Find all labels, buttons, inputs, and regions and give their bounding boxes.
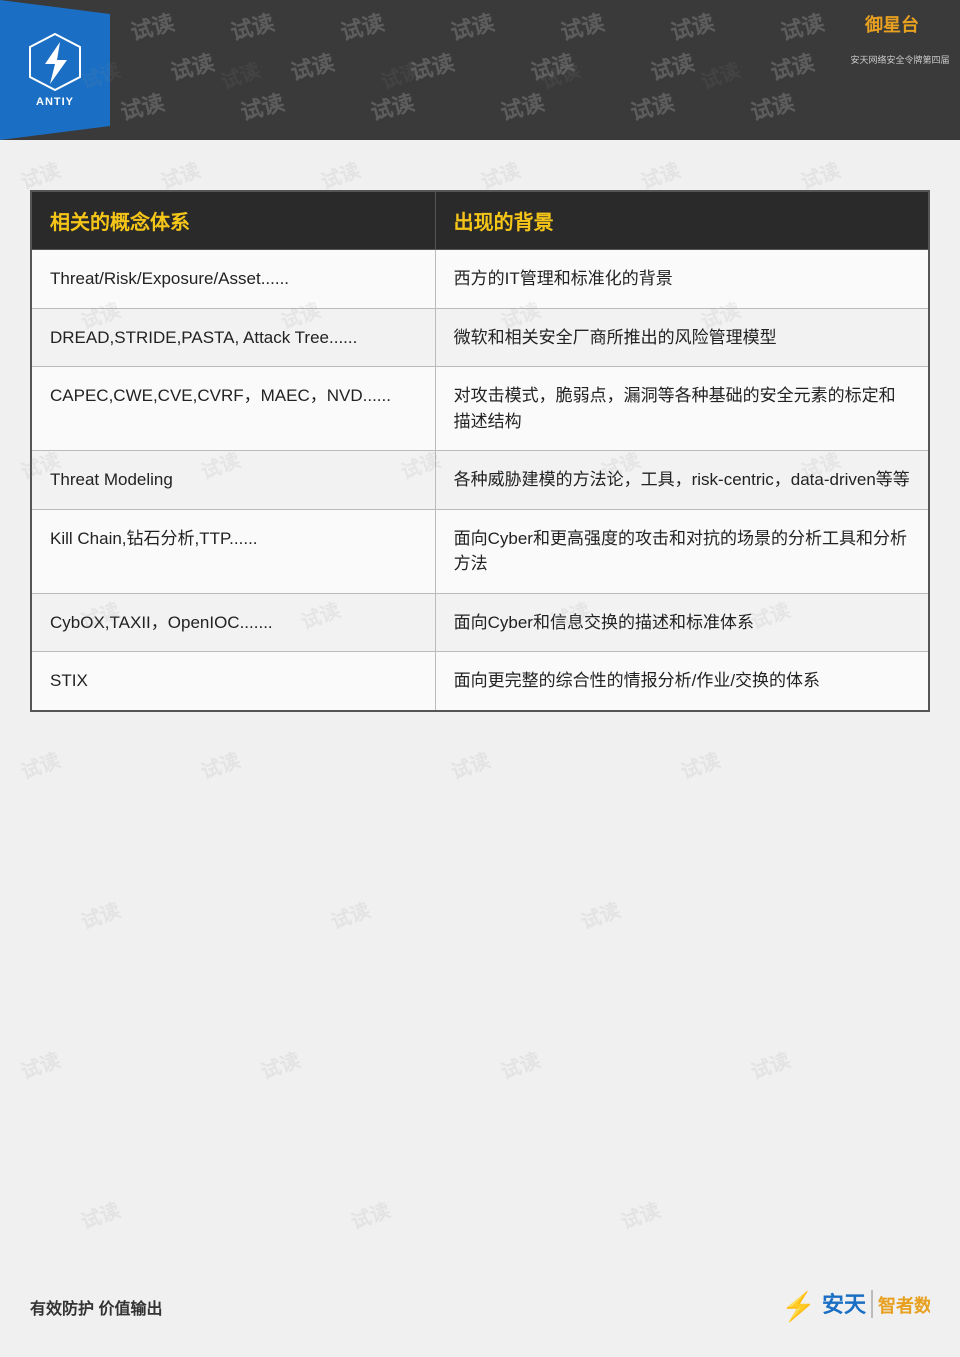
watermark-text: 试读: [167, 45, 218, 87]
watermark-text: 试读: [367, 85, 418, 127]
table-row: DREAD,STRIDE,PASTA, Attack Tree......微软和…: [31, 308, 929, 367]
watermark-text: 试读: [527, 45, 578, 87]
table-cell-background: 对攻击模式，脆弱点，漏洞等各种基础的安全元素的标定和描述结构: [435, 367, 929, 451]
footer-slogan: 有效防护 价值输出: [30, 1295, 162, 1319]
page-watermark: 试读: [76, 1194, 124, 1235]
watermark-text: 试读: [127, 5, 178, 47]
svg-text:安天: 安天: [822, 1292, 867, 1317]
watermark-text: 试读: [227, 5, 278, 47]
table-cell-background: 各种威胁建模的方法论，工具，risk-centric，data-driven等等: [435, 451, 929, 510]
watermark-text: 试读: [767, 45, 818, 87]
col1-header: 相关的概念体系: [31, 191, 435, 250]
watermark-text: 试读: [777, 5, 828, 47]
table-cell-concept: STIX: [31, 652, 435, 711]
table-cell-concept: CAPEC,CWE,CVE,CVRF，MAEC，NVD......: [31, 367, 435, 451]
watermark-text: 试读: [667, 5, 718, 47]
page-watermark: 试读: [616, 1194, 664, 1235]
table-cell-background: 微软和相关安全厂商所推出的风险管理模型: [435, 308, 929, 367]
table-cell-concept: CybOX,TAXII，OpenIOC.......: [31, 593, 435, 652]
footer-brand-main: 安天 智者数天下: [820, 1286, 930, 1327]
page-watermark: 试读: [326, 894, 374, 935]
page-watermark: 试读: [346, 1194, 394, 1235]
page-watermark: 试读: [746, 1044, 794, 1085]
table-row: STIX面向更完整的综合性的情报分析/作业/交换的体系: [31, 652, 929, 711]
table-cell-background: 面向Cyber和信息交换的描述和标准体系: [435, 593, 929, 652]
header: ANTIY 试读试读试读试读试读试读试读试读试读试读试读试读试读试读试读试读试读…: [0, 0, 960, 140]
table-cell-concept: Threat Modeling: [31, 451, 435, 510]
lightning-icon: ⚡: [781, 1290, 816, 1323]
table-row: Kill Chain,钻石分析,TTP......面向Cyber和更高强度的攻击…: [31, 509, 929, 593]
footer-brand-area: ⚡ 安天 智者数天下: [781, 1286, 930, 1327]
table-cell-background: 面向Cyber和更高强度的攻击和对抗的场景的分析工具和分析方法: [435, 509, 929, 593]
logo-box: ANTIY: [0, 0, 110, 140]
concept-table: 相关的概念体系 出现的背景 Threat/Risk/Exposure/Asset…: [30, 190, 930, 712]
svg-text:御星台: 御星台: [864, 14, 919, 35]
footer-logo: ⚡ 安天 智者数天下: [781, 1286, 930, 1327]
footer: 有效防护 价值输出 ⚡ 安天 智者数天下: [0, 1286, 960, 1327]
table-cell-background: 面向更完整的综合性的情报分析/作业/交换的体系: [435, 652, 929, 711]
page-watermark: 试读: [196, 744, 244, 785]
watermark-text: 试读: [237, 85, 288, 127]
table-row: CybOX,TAXII，OpenIOC.......面向Cyber和信息交换的描…: [31, 593, 929, 652]
page-watermark: 试读: [256, 1044, 304, 1085]
watermark-text: 试读: [747, 85, 798, 127]
table-cell-concept: Kill Chain,钻石分析,TTP......: [31, 509, 435, 593]
svg-text:智者数天下: 智者数天下: [878, 1295, 930, 1316]
page-watermark: 试读: [16, 744, 64, 785]
page-watermark: 试读: [16, 1044, 64, 1085]
top-right-sub: 安天网络安全令牌第四届: [850, 53, 949, 66]
watermark-text: 试读: [627, 85, 678, 127]
col2-header: 出现的背景: [435, 191, 929, 250]
watermark-text: 试读: [287, 45, 338, 87]
logo-text: ANTIY: [36, 96, 74, 108]
page-watermark: 试读: [496, 1044, 544, 1085]
header-watermark-area: 试读试读试读试读试读试读试读试读试读试读试读试读试读试读试读试读试读试读试读: [110, 0, 960, 140]
main-content: 相关的概念体系 出现的背景 Threat/Risk/Exposure/Asset…: [0, 140, 960, 742]
watermark-text: 试读: [557, 5, 608, 47]
antiy-logo-icon: [25, 32, 85, 92]
table-cell-concept: Threat/Risk/Exposure/Asset......: [31, 250, 435, 309]
top-right-logo: 御星台 安天网络安全令牌第四届: [850, 10, 950, 65]
page-watermark: 试读: [576, 894, 624, 935]
page-watermark: 试读: [446, 744, 494, 785]
top-right-brand: 御星台: [850, 9, 949, 54]
table-row: CAPEC,CWE,CVE,CVRF，MAEC，NVD......对攻击模式，脆…: [31, 367, 929, 451]
watermark-text: 试读: [647, 45, 698, 87]
table-row: Threat Modeling各种威胁建模的方法论，工具，risk-centri…: [31, 451, 929, 510]
page-watermark: 试读: [76, 894, 124, 935]
table-cell-background: 西方的IT管理和标准化的背景: [435, 250, 929, 309]
watermark-text: 试读: [407, 45, 458, 87]
watermark-text: 试读: [447, 5, 498, 47]
watermark-text: 试读: [117, 85, 168, 127]
table-row: Threat/Risk/Exposure/Asset......西方的IT管理和…: [31, 250, 929, 309]
watermark-text: 试读: [337, 5, 388, 47]
watermark-text: 试读: [497, 85, 548, 127]
page-watermark: 试读: [676, 744, 724, 785]
table-cell-concept: DREAD,STRIDE,PASTA, Attack Tree......: [31, 308, 435, 367]
